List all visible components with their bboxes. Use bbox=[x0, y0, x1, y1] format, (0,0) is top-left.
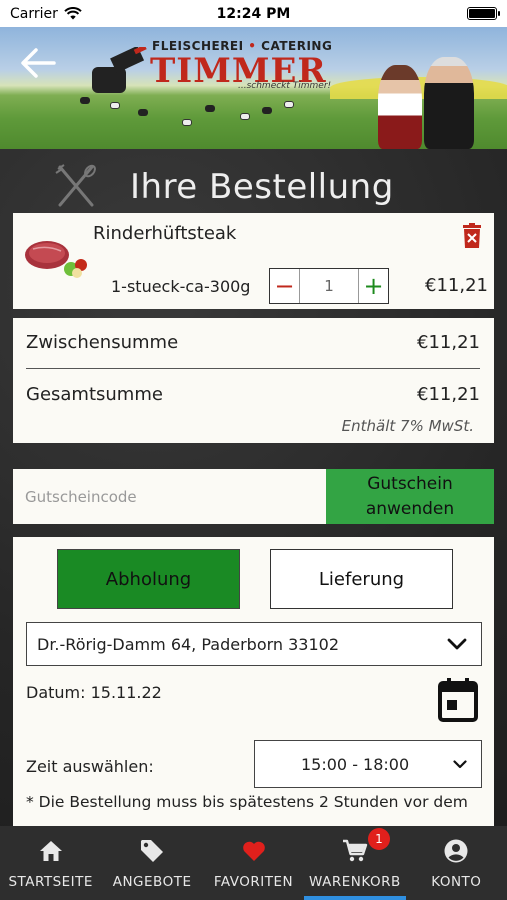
coupon-input[interactable] bbox=[13, 469, 326, 524]
address-select[interactable]: Dr.-Rörig-Damm 64, Paderborn 33102 bbox=[26, 622, 482, 666]
total-value: €11,21 bbox=[417, 384, 480, 405]
total-label: Gesamtsumme bbox=[26, 384, 163, 405]
order-deadline-note: * Die Bestellung muss bis spätestens 2 S… bbox=[26, 793, 468, 811]
quantity-stepper[interactable]: − 1 + bbox=[269, 268, 389, 304]
time-select[interactable]: 15:00 - 18:00 bbox=[254, 740, 482, 788]
bottom-tab-bar: STARTSEITE ANGEBOTE FAVORITEN 1 WARENKOR… bbox=[0, 826, 507, 900]
product-name[interactable]: Rinderhüftsteak bbox=[93, 223, 236, 244]
tag-icon bbox=[141, 840, 164, 862]
product-image bbox=[25, 241, 87, 278]
subtotal-row: Zwischensumme €11,21 bbox=[26, 332, 480, 353]
tab-label: ANGEBOTE bbox=[112, 874, 192, 890]
banner-person-woman bbox=[378, 65, 422, 149]
fulfillment-card: Abholung Lieferung Dr.-Rörig-Damm 64, Pa… bbox=[13, 537, 494, 826]
tab-label: KONTO bbox=[431, 874, 482, 890]
status-bar: Carrier 12:24 PM bbox=[0, 0, 507, 27]
cutlery-icon bbox=[55, 164, 96, 207]
banner-cow bbox=[182, 119, 192, 126]
coupon-row: Gutschein anwenden bbox=[13, 469, 494, 524]
status-left: Carrier bbox=[10, 6, 82, 22]
vat-note: Enthält 7% MwSt. bbox=[341, 417, 474, 435]
item-price: €11,21 bbox=[425, 275, 488, 296]
tab-warenkorb[interactable]: 1 WARENKORB bbox=[304, 826, 407, 900]
date-label: Datum: 15.11.22 bbox=[26, 683, 162, 702]
banner-cow bbox=[284, 101, 294, 108]
increase-button[interactable]: + bbox=[358, 269, 388, 303]
subtotal-value: €11,21 bbox=[417, 332, 480, 353]
logo-cleaver-icon bbox=[92, 47, 147, 93]
time-label: Zeit auswählen: bbox=[26, 757, 154, 776]
tab-angebote[interactable]: ANGEBOTE bbox=[101, 826, 202, 900]
order-content[interactable]: Ihre Bestellung Rinderhüftsteak 1-stueck… bbox=[0, 149, 507, 826]
time-value: 15:00 - 18:00 bbox=[301, 754, 410, 774]
wifi-icon bbox=[64, 7, 82, 20]
tab-konto[interactable]: KONTO bbox=[406, 826, 507, 900]
tab-startseite[interactable]: STARTSEITE bbox=[0, 826, 101, 900]
banner-cow bbox=[205, 105, 215, 112]
battery-icon bbox=[467, 7, 500, 20]
chevron-down-icon bbox=[447, 638, 467, 650]
pickup-button[interactable]: Abholung bbox=[57, 549, 240, 609]
heart-icon bbox=[242, 841, 265, 861]
quantity-value[interactable]: 1 bbox=[300, 269, 358, 303]
banner-cow bbox=[240, 113, 250, 120]
banner-cow bbox=[110, 102, 120, 109]
divider bbox=[26, 368, 480, 369]
tab-label: STARTSEITE bbox=[8, 874, 93, 890]
cart-count-badge: 1 bbox=[368, 828, 391, 850]
cart-item-card: Rinderhüftsteak 1-stueck-ca-300g − 1 + €… bbox=[13, 213, 494, 309]
tab-label: WARENKORB bbox=[309, 874, 401, 890]
totals-card: Zwischensumme €11,21 Gesamtsumme €11,21 … bbox=[13, 318, 494, 443]
subtotal-label: Zwischensumme bbox=[26, 332, 179, 353]
product-variant: 1-stueck-ca-300g bbox=[111, 277, 251, 296]
back-arrow-icon[interactable] bbox=[18, 45, 58, 81]
decrease-button[interactable]: − bbox=[270, 269, 300, 303]
delete-icon[interactable] bbox=[461, 223, 483, 249]
tab-label: FAVORITEN bbox=[213, 874, 294, 890]
cart-icon bbox=[342, 839, 368, 862]
tab-favoriten[interactable]: FAVORITEN bbox=[203, 826, 304, 900]
account-icon bbox=[444, 839, 468, 863]
banner-cow bbox=[138, 109, 148, 116]
banner-person-man bbox=[424, 57, 474, 149]
page-title: Ihre Bestellung bbox=[130, 167, 394, 207]
home-icon bbox=[39, 841, 62, 861]
apply-coupon-button[interactable]: Gutschein anwenden bbox=[326, 469, 494, 524]
banner-cow bbox=[262, 107, 272, 114]
delivery-button[interactable]: Lieferung bbox=[270, 549, 453, 609]
page-header: Ihre Bestellung bbox=[0, 157, 507, 213]
chevron-down-icon bbox=[453, 759, 467, 768]
header-banner: FLEISCHEREI • CATERING TIMMER ...schmeck… bbox=[0, 27, 507, 149]
carrier-label: Carrier bbox=[10, 5, 58, 22]
total-row: Gesamtsumme €11,21 bbox=[26, 384, 480, 405]
calendar-icon[interactable] bbox=[438, 678, 478, 722]
logo-slogan: ...schmeckt Timmer! bbox=[238, 81, 332, 91]
address-value: Dr.-Rörig-Damm 64, Paderborn 33102 bbox=[37, 634, 340, 654]
